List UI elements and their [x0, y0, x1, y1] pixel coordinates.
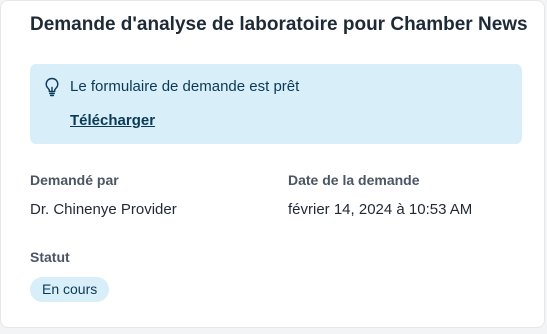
card-title: Demande d'analyse de laboratoire pour Ch… — [30, 14, 528, 35]
request-date-label: Date de la demande — [288, 172, 420, 188]
lab-request-card: Demande d'analyse de laboratoire pour Ch… — [0, 0, 545, 328]
requested-by-label: Demandé par — [30, 172, 119, 188]
form-ready-banner: Le formulaire de demande est prêt Téléch… — [30, 64, 522, 144]
requested-by-value: Dr. Chinenye Provider — [30, 201, 177, 218]
banner-message: Le formulaire de demande est prêt — [70, 78, 300, 95]
request-date-value: février 14, 2024 à 10:53 AM — [288, 201, 473, 218]
status-label: Statut — [30, 249, 70, 265]
download-link[interactable]: Télécharger — [70, 112, 155, 130]
lightbulb-icon — [44, 77, 60, 97]
status-badge: En cours — [30, 277, 110, 302]
